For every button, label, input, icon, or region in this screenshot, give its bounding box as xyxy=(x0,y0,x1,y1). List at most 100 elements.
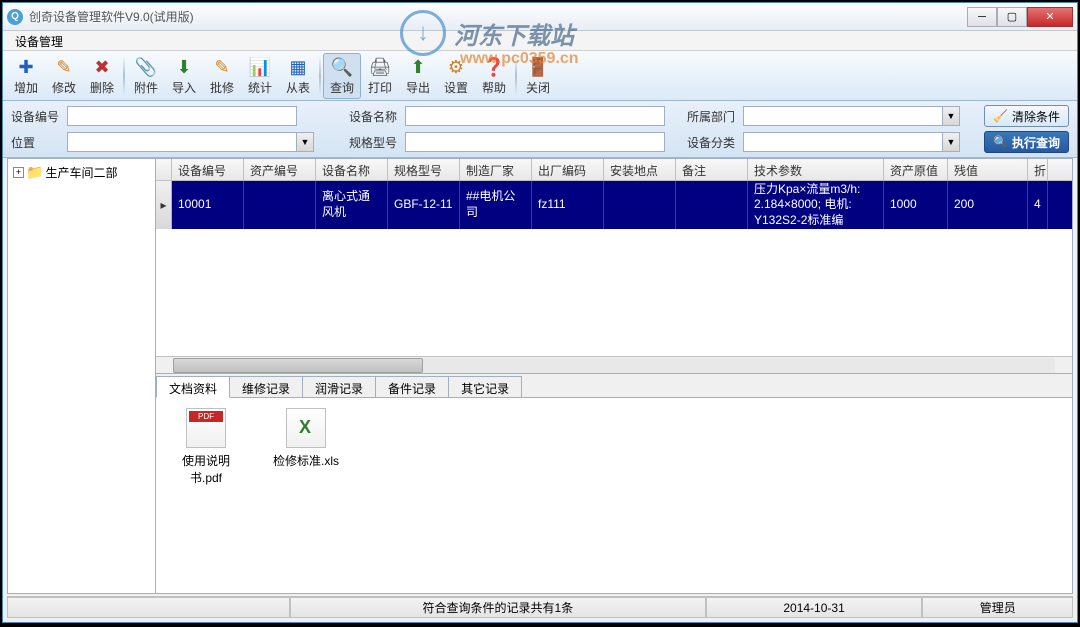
col-tech-params[interactable]: 技术参数 xyxy=(748,159,884,180)
close-button[interactable]: ✕ xyxy=(1027,7,1073,27)
table-row[interactable]: ▸ 10001 离心式通风机 GBF-12-11 ##电机公司 fz111 压力… xyxy=(156,181,1072,229)
export-button[interactable]: ⬆导出 xyxy=(399,53,437,99)
status-date: 2014-10-31 xyxy=(706,597,923,618)
grid-header: 设备编号 资产编号 设备名称 规格型号 制造厂家 出厂编码 安装地点 备注 技术… xyxy=(156,159,1072,181)
dropdown-icon[interactable]: ▼ xyxy=(297,132,314,152)
status-user: 管理员 xyxy=(922,597,1073,618)
titlebar[interactable]: Q 创奇设备管理软件V9.0(试用版) ─ ▢ ✕ xyxy=(3,3,1077,31)
scroll-thumb[interactable] xyxy=(173,358,423,373)
label-device-name: 设备名称 xyxy=(349,108,399,125)
tab-other[interactable]: 其它记录 xyxy=(448,376,522,397)
cell-factory-code: fz111 xyxy=(532,181,604,229)
maximize-button[interactable]: ▢ xyxy=(997,7,1027,27)
col-depreciation[interactable]: 折 xyxy=(1028,159,1048,180)
dropdown-icon[interactable]: ▼ xyxy=(943,132,960,152)
tab-spare-parts[interactable]: 备件记录 xyxy=(375,376,449,397)
execute-query-button[interactable]: 🔍执行查询 xyxy=(984,131,1069,153)
cell-manufacturer: ##电机公司 xyxy=(460,181,532,229)
export-icon: ⬆ xyxy=(406,55,430,79)
search-icon: 🔍 xyxy=(993,135,1008,149)
add-button[interactable]: ✚增加 xyxy=(7,53,45,99)
from-table-button[interactable]: ▦从表 xyxy=(279,53,317,99)
window-title: 创奇设备管理软件V9.0(试用版) xyxy=(29,8,967,25)
col-spec-model[interactable]: 规格型号 xyxy=(388,159,460,180)
tab-maintenance[interactable]: 维修记录 xyxy=(229,376,303,397)
grid-body: ▸ 10001 离心式通风机 GBF-12-11 ##电机公司 fz111 压力… xyxy=(156,181,1072,356)
printer-icon: 🖨 xyxy=(368,55,392,79)
file-name: 检修标准.xls xyxy=(273,452,339,469)
dropdown-icon[interactable]: ▼ xyxy=(943,106,960,126)
app-icon: Q xyxy=(7,9,23,25)
batch-icon: ✎ xyxy=(210,55,234,79)
tab-lubrication[interactable]: 润滑记录 xyxy=(302,376,376,397)
horizontal-scrollbar[interactable] xyxy=(156,356,1072,373)
col-remark[interactable]: 备注 xyxy=(676,159,748,180)
chart-icon: 📊 xyxy=(248,55,272,79)
col-device-no[interactable]: 设备编号 xyxy=(172,159,244,180)
input-spec-model[interactable] xyxy=(405,132,665,152)
attachment-button[interactable]: 📎附件 xyxy=(127,53,165,99)
close-tool-button[interactable]: 🚪关闭 xyxy=(519,53,557,99)
edit-button[interactable]: ✎修改 xyxy=(45,53,83,99)
tab-docs[interactable]: 文档资料 xyxy=(156,376,230,398)
help-icon: ❓ xyxy=(482,55,506,79)
col-factory-code[interactable]: 出厂编码 xyxy=(532,159,604,180)
separator xyxy=(123,56,125,96)
query-button[interactable]: 🔍查询 xyxy=(323,53,361,99)
tree-panel: + 📁 生产车间二部 xyxy=(8,159,156,593)
tree-label: 生产车间二部 xyxy=(45,164,117,181)
input-device-name[interactable] xyxy=(405,106,665,126)
cell-device-name: 离心式通风机 xyxy=(316,181,388,229)
settings-button[interactable]: ⚙设置 xyxy=(437,53,475,99)
tab-content: 使用说明书.pdf 检修标准.xls xyxy=(156,398,1072,593)
delete-button[interactable]: ✖删除 xyxy=(83,53,121,99)
row-marker-icon: ▸ xyxy=(156,181,172,229)
paperclip-icon: 📎 xyxy=(134,55,158,79)
expand-icon[interactable]: + xyxy=(13,167,24,178)
menu-device-mgmt[interactable]: 设备管理 xyxy=(9,34,69,50)
import-button[interactable]: ⬇导入 xyxy=(165,53,203,99)
file-pdf[interactable]: 使用说明书.pdf xyxy=(166,408,246,486)
status-bar: 符合查询条件的记录共有1条 2014-10-31 管理员 xyxy=(7,596,1073,618)
input-department[interactable] xyxy=(743,106,943,126)
input-device-no[interactable] xyxy=(67,106,297,126)
cell-salvage: 200 xyxy=(948,181,1028,229)
clear-button[interactable]: 🧹清除条件 xyxy=(984,105,1069,127)
import-icon: ⬇ xyxy=(172,55,196,79)
col-asset-no[interactable]: 资产编号 xyxy=(244,159,316,180)
separator xyxy=(319,56,321,96)
file-xls[interactable]: 检修标准.xls xyxy=(266,408,346,469)
xls-icon xyxy=(286,408,326,448)
eraser-icon: 🧹 xyxy=(993,109,1008,123)
plus-icon: ✚ xyxy=(14,55,38,79)
main-area: + 📁 生产车间二部 设备编号 资产编号 设备名称 规格型号 制造厂家 出厂编码… xyxy=(7,158,1073,594)
input-location[interactable] xyxy=(67,132,297,152)
detail-tabs: 文档资料 维修记录 润滑记录 备件记录 其它记录 使用说明书.pdf 检修标准.… xyxy=(156,373,1072,593)
pencil-icon: ✎ xyxy=(52,55,76,79)
stats-button[interactable]: 📊统计 xyxy=(241,53,279,99)
label-department: 所属部门 xyxy=(687,108,737,125)
batch-edit-button[interactable]: ✎批修 xyxy=(203,53,241,99)
main-window: Q 创奇设备管理软件V9.0(试用版) ─ ▢ ✕ 设备管理 ✚增加 ✎修改 ✖… xyxy=(2,2,1078,623)
cell-asset-no xyxy=(244,181,316,229)
tree-node-root[interactable]: + 📁 生产车间二部 xyxy=(12,163,151,182)
input-category[interactable] xyxy=(743,132,943,152)
col-install-location[interactable]: 安装地点 xyxy=(604,159,676,180)
table-icon: ▦ xyxy=(286,55,310,79)
cell-asset-original: 1000 xyxy=(884,181,948,229)
right-panel: 设备编号 资产编号 设备名称 规格型号 制造厂家 出厂编码 安装地点 备注 技术… xyxy=(156,159,1072,593)
search-panel: 设备编号 设备名称 所属部门 ▼ 🧹清除条件 位置 ▼ 规格型号 设备分类 ▼ … xyxy=(3,101,1077,158)
x-icon: ✖ xyxy=(90,55,114,79)
col-device-name[interactable]: 设备名称 xyxy=(316,159,388,180)
gear-icon: ⚙ xyxy=(444,55,468,79)
minimize-button[interactable]: ─ xyxy=(967,7,997,27)
status-record-count: 符合查询条件的记录共有1条 xyxy=(290,597,706,618)
col-manufacturer[interactable]: 制造厂家 xyxy=(460,159,532,180)
search-icon: 🔍 xyxy=(330,55,354,79)
help-button[interactable]: ❓帮助 xyxy=(475,53,513,99)
col-salvage[interactable]: 残值 xyxy=(948,159,1028,180)
print-button[interactable]: 🖨打印 xyxy=(361,53,399,99)
door-icon: 🚪 xyxy=(526,55,550,79)
col-asset-original[interactable]: 资产原值 xyxy=(884,159,948,180)
separator xyxy=(515,56,517,96)
